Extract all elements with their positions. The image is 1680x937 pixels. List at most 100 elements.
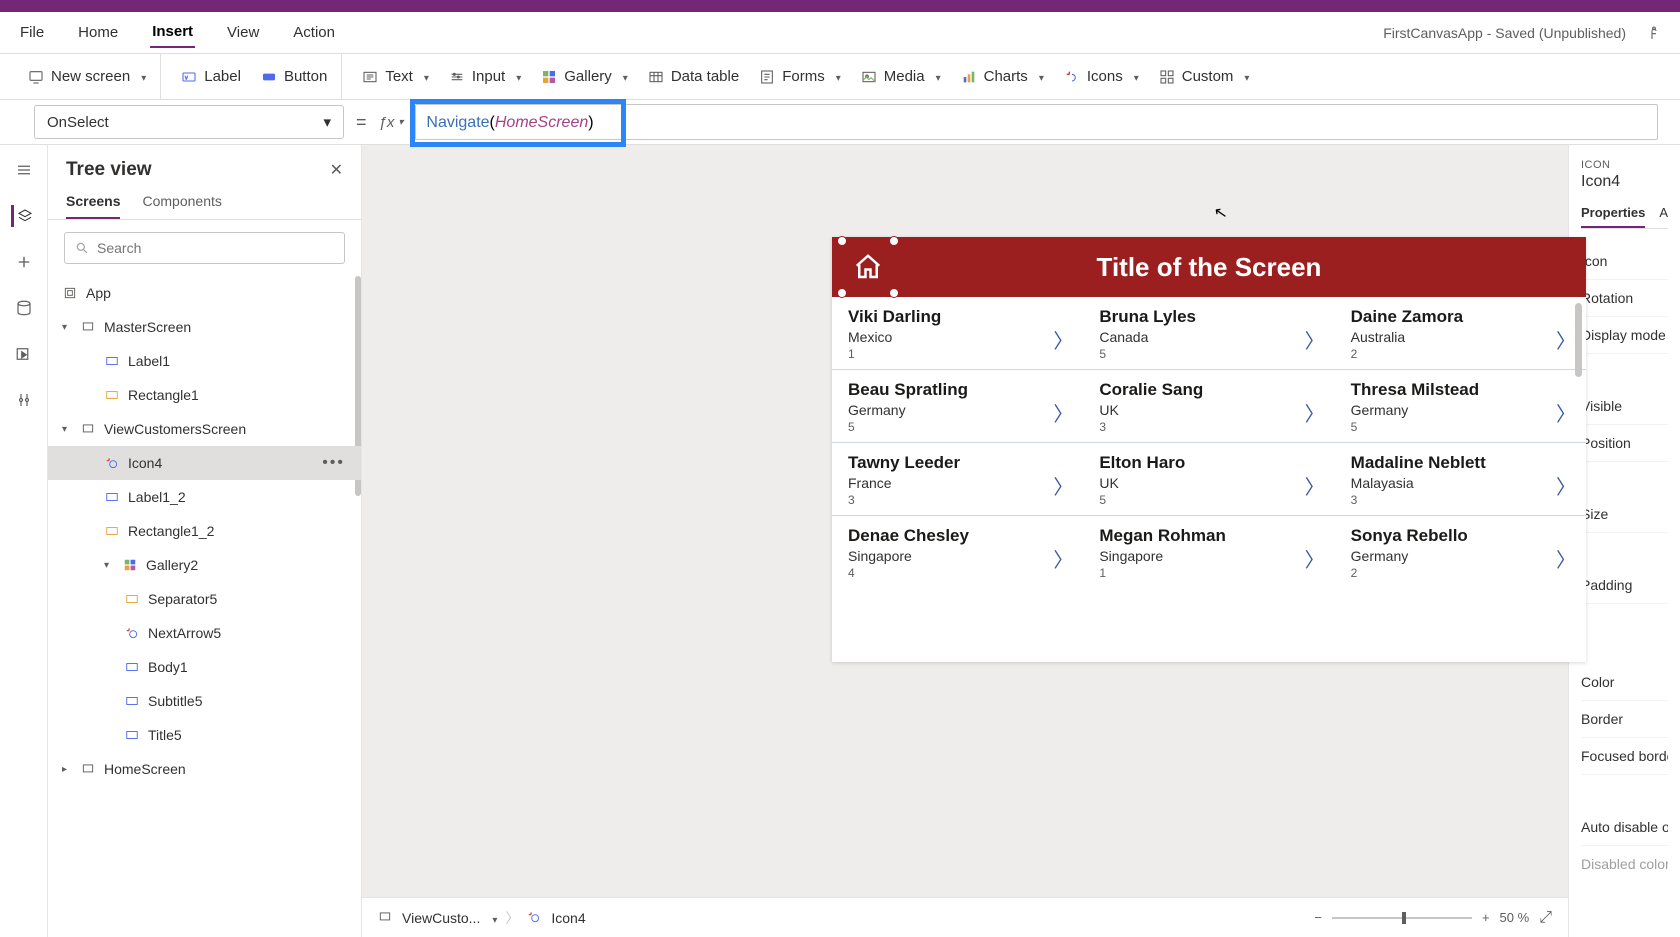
custom-button[interactable]: Custom [1159, 68, 1250, 85]
chevron-right-icon[interactable]: 〉 [1305, 471, 1325, 500]
gallery-cell[interactable]: Thresa Milstead Germany 5 〉 [1335, 370, 1586, 442]
tree-gallery2[interactable]: ▾Gallery2 [48, 548, 361, 582]
tree-icon4[interactable]: Icon4••• [48, 446, 361, 480]
zoom-out-button[interactable]: − [1314, 910, 1322, 925]
tree-view[interactable]: ▾ViewCustomersScreen [48, 412, 361, 446]
chevron-right-icon[interactable]: 〉 [1556, 398, 1576, 427]
label-button[interactable]: Label [181, 68, 241, 85]
health-icon[interactable] [1646, 25, 1662, 41]
prop-row[interactable]: Focused border [1581, 738, 1668, 775]
tree-rect1[interactable]: Rectangle1 [48, 378, 361, 412]
chevron-right-icon[interactable]: 〉 [1053, 471, 1073, 500]
menu-view[interactable]: View [225, 18, 261, 47]
hamburger-icon[interactable] [13, 159, 35, 181]
cell-name: Beau Spratling [848, 380, 1067, 400]
fit-icon[interactable]: ⤢ [1539, 909, 1552, 927]
prop-row[interactable]: Position [1581, 425, 1668, 462]
chevron-right-icon[interactable]: 〉 [1556, 471, 1576, 500]
chevron-right-icon[interactable]: 〉 [1305, 544, 1325, 573]
datatable-button[interactable]: Data table [648, 68, 739, 85]
gallery-cell[interactable]: Bruna Lyles Canada 5 〉 [1083, 297, 1334, 369]
add-icon[interactable] [13, 251, 35, 273]
zoom-slider[interactable] [1332, 917, 1472, 919]
gallery-cell[interactable]: Madaline Neblett Malayasia 3 〉 [1335, 443, 1586, 515]
button-button[interactable]: Button [261, 68, 327, 85]
label-icon [124, 693, 140, 709]
tree-sep5[interactable]: Separator5 [48, 582, 361, 616]
tree-body1[interactable]: Body1 [48, 650, 361, 684]
menu-file[interactable]: File [18, 18, 46, 47]
prop-row[interactable]: Disabled color [1581, 846, 1668, 882]
tools-icon[interactable] [13, 389, 35, 411]
fx-label[interactable]: ƒx ▾ [379, 114, 404, 131]
more-icon[interactable]: ••• [322, 454, 345, 472]
data-icon[interactable] [13, 297, 35, 319]
media-rail-icon[interactable] [13, 343, 35, 365]
tree-icon[interactable] [11, 205, 33, 227]
menu-insert[interactable]: Insert [150, 17, 195, 48]
tab-components[interactable]: Components [142, 193, 221, 219]
gallery-cell[interactable]: Coralie Sang UK 3 〉 [1083, 370, 1334, 442]
menu-home[interactable]: Home [76, 18, 120, 47]
tree-title5[interactable]: Title5 [48, 718, 361, 752]
chevron-right-icon[interactable]: 〉 [1053, 544, 1073, 573]
gallery[interactable]: Viki Darling Mexico 1 〉Bruna Lyles Canad… [832, 297, 1586, 662]
tree-sub5[interactable]: Subtitle5 [48, 684, 361, 718]
input-button[interactable]: Input [449, 68, 521, 85]
canvas[interactable]: ↖ Title of the Screen Viki Darling Mexic… [362, 145, 1568, 937]
search-input[interactable] [97, 240, 334, 256]
tree-rect12[interactable]: Rectangle1_2 [48, 514, 361, 548]
forms-button[interactable]: Forms [759, 68, 841, 85]
chevron-right-icon[interactable]: 〉 [1556, 544, 1576, 573]
gallery-button[interactable]: Gallery [541, 68, 628, 85]
menu-action[interactable]: Action [291, 18, 337, 47]
prop-row[interactable]: Rotation [1581, 280, 1668, 317]
gallery-cell[interactable]: Daine Zamora Australia 2 〉 [1335, 297, 1586, 369]
gallery-cell[interactable]: Viki Darling Mexico 1 〉 [832, 297, 1083, 369]
gallery-cell[interactable]: Tawny Leeder France 3 〉 [832, 443, 1083, 515]
chevron-right-icon[interactable]: 〉 [1053, 325, 1073, 354]
tree-master[interactable]: ▾MasterScreen [48, 310, 361, 344]
prop-row[interactable]: Border [1581, 701, 1668, 738]
tree-label12[interactable]: Label1_2 [48, 480, 361, 514]
gallery-row: Beau Spratling Germany 5 〉Coralie Sang U… [832, 370, 1586, 443]
prop-row[interactable]: Display mode [1581, 317, 1668, 354]
selection-handles[interactable] [842, 241, 894, 293]
chevron-right-icon[interactable]: 〉 [1305, 325, 1325, 354]
prop-row[interactable]: Icon [1581, 243, 1668, 280]
tree-label1[interactable]: Label1 [48, 344, 361, 378]
tree-app[interactable]: App [48, 276, 361, 310]
tab-screens[interactable]: Screens [66, 193, 120, 219]
formula-input[interactable]: Navigate(HomeScreen) [415, 104, 1658, 140]
chevron-right-icon[interactable]: 〉 [1305, 398, 1325, 427]
chevron-right-icon[interactable]: 〉 [1053, 398, 1073, 427]
cell-name: Tawny Leeder [848, 453, 1067, 473]
tree-home[interactable]: ▸HomeScreen [48, 752, 361, 786]
new-screen-button[interactable]: New screen [28, 68, 146, 85]
cell-country: Singapore [1099, 548, 1318, 564]
zoom-in-button[interactable]: + [1482, 910, 1490, 925]
tab-properties[interactable]: Properties [1581, 205, 1645, 228]
gallery-cell[interactable]: Megan Rohman Singapore 1 〉 [1083, 516, 1334, 588]
tab-advanced[interactable]: A [1659, 205, 1668, 228]
close-icon[interactable]: ✕ [330, 160, 343, 180]
prop-row[interactable]: Size [1581, 496, 1668, 533]
gallery-cell[interactable]: Sonya Rebello Germany 2 〉 [1335, 516, 1586, 588]
chevron-right-icon[interactable]: 〉 [1556, 325, 1576, 354]
text-button[interactable]: Text [362, 68, 429, 85]
prop-row[interactable]: Padding [1581, 567, 1668, 604]
media-button[interactable]: Media [861, 68, 941, 85]
prop-row[interactable]: Color [1581, 664, 1668, 701]
home-icon-selected[interactable] [844, 243, 892, 291]
gallery-cell[interactable]: Elton Haro UK 5 〉 [1083, 443, 1334, 515]
prop-row[interactable]: Auto disable on s [1581, 809, 1668, 846]
property-select[interactable]: OnSelect ▾ [34, 105, 344, 139]
tree-next5[interactable]: NextArrow5 [48, 616, 361, 650]
gallery-cell[interactable]: Beau Spratling Germany 5 〉 [832, 370, 1083, 442]
tree-search[interactable] [64, 232, 345, 264]
prop-row[interactable]: Visible [1581, 388, 1668, 425]
charts-button[interactable]: Charts [961, 68, 1044, 85]
icons-button[interactable]: Icons [1064, 68, 1139, 85]
gallery-cell[interactable]: Denae Chesley Singapore 4 〉 [832, 516, 1083, 588]
breadcrumb[interactable]: ViewCusto... 〉 Icon4 [378, 908, 586, 928]
